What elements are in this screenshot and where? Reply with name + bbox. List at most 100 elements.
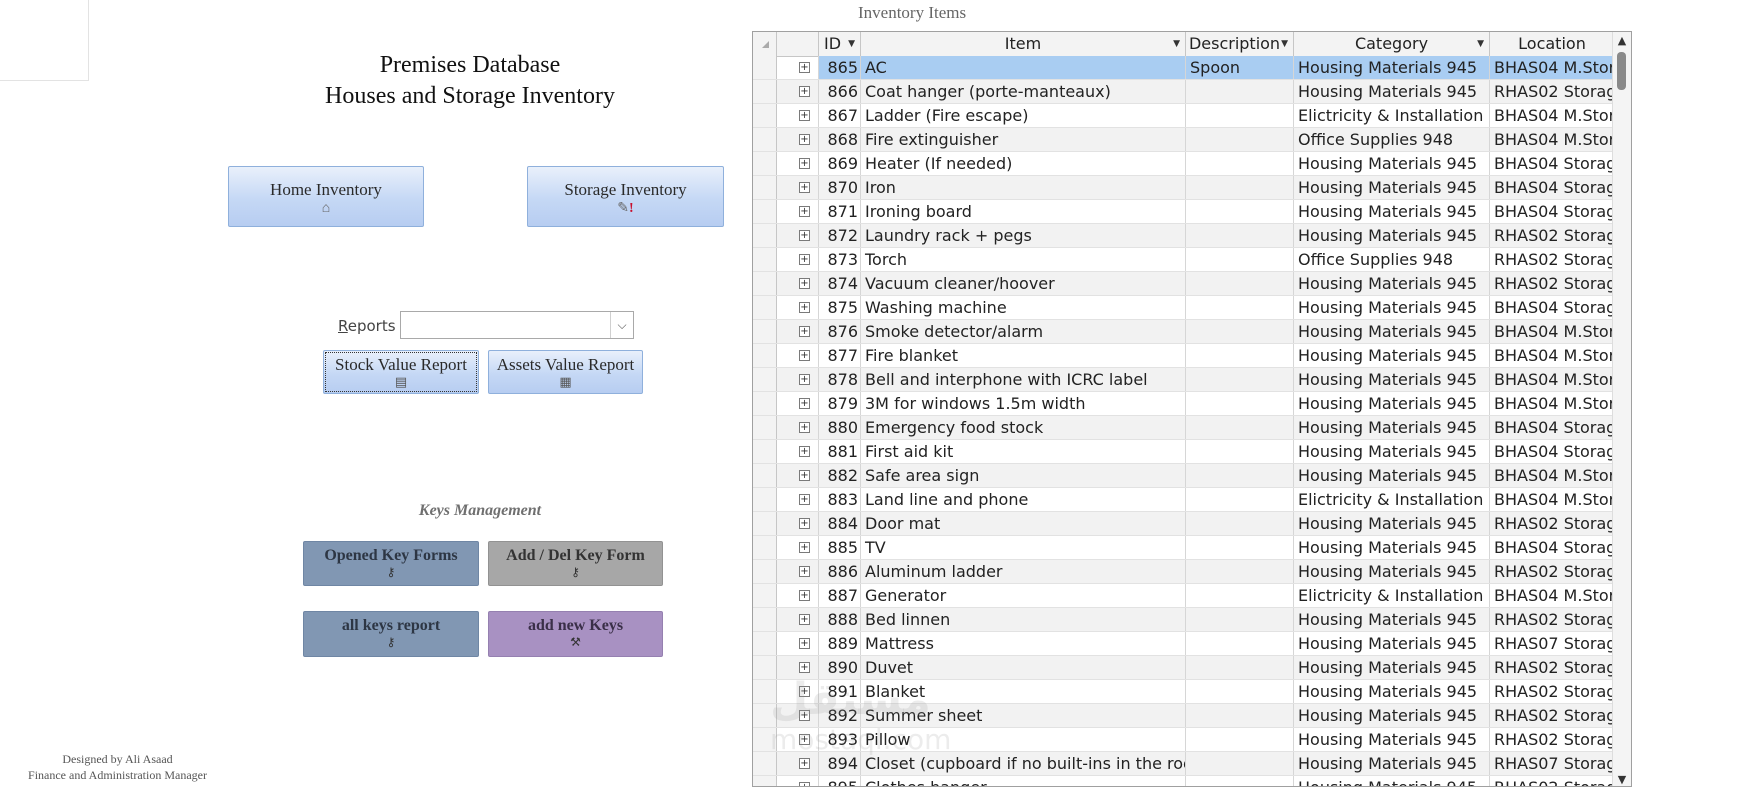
- row-selector[interactable]: [753, 512, 777, 535]
- cell-id[interactable]: 882: [819, 464, 861, 487]
- expand-plus-icon[interactable]: +: [799, 590, 810, 601]
- cell-id[interactable]: 892: [819, 704, 861, 727]
- cell-id[interactable]: 866: [819, 80, 861, 103]
- all-keys-report-button[interactable]: all keys report ⚷: [303, 611, 479, 657]
- table-row[interactable]: +893 Pillow Housing Materials 945 RHAS02 St…: [753, 728, 1614, 752]
- cell-id[interactable]: 874: [819, 272, 861, 295]
- table-row[interactable]: +869 Heater (If needed) Housing Materials …: [753, 152, 1614, 176]
- expand-plus-icon[interactable]: +: [799, 686, 810, 697]
- cell-description[interactable]: [1186, 128, 1294, 151]
- cell-description[interactable]: [1186, 176, 1294, 199]
- column-header-description[interactable]: Description ▼: [1186, 32, 1294, 56]
- cell-id[interactable]: 881: [819, 440, 861, 463]
- row-selector[interactable]: [753, 200, 777, 223]
- row-selector[interactable]: [753, 272, 777, 295]
- row-selector[interactable]: [753, 704, 777, 727]
- table-row[interactable]: +891 Blanket Housing Materials 945 RHAS02 S…: [753, 680, 1614, 704]
- cell-item[interactable]: Laundry rack + pegs: [861, 224, 1186, 247]
- table-row[interactable]: +883 Land line and phone Elictricity & Ins…: [753, 488, 1614, 512]
- expand-plus-icon[interactable]: +: [799, 566, 810, 577]
- cell-item[interactable]: Blanket: [861, 680, 1186, 703]
- table-row[interactable]: +895Clothes hanger Housing Materials 945R…: [753, 776, 1614, 786]
- cell-item[interactable]: Fire blanket: [861, 344, 1186, 367]
- cell-id[interactable]: 889: [819, 632, 861, 655]
- cell-category[interactable]: Housing Materials 945: [1294, 728, 1490, 751]
- cell-item[interactable]: Generator: [861, 584, 1186, 607]
- stock-value-report-button[interactable]: Stock Value Report ▤: [323, 350, 479, 394]
- cell-item[interactable]: Iron: [861, 176, 1186, 199]
- row-selector[interactable]: [753, 656, 777, 679]
- cell-item[interactable]: Ladder (Fire escape): [861, 104, 1186, 127]
- table-row[interactable]: +867 Ladder (Fire escape) Elictricity & In…: [753, 104, 1614, 128]
- cell-id[interactable]: 872: [819, 224, 861, 247]
- cell-description[interactable]: [1186, 776, 1294, 786]
- cell-item[interactable]: TV: [861, 536, 1186, 559]
- cell-location[interactable]: BHAS04 M.Stora: [1490, 56, 1614, 79]
- cell-category[interactable]: Housing Materials 945: [1294, 656, 1490, 679]
- expand-plus-icon[interactable]: +: [799, 62, 810, 73]
- cell-location[interactable]: BHAS04 M.Stora: [1490, 104, 1614, 127]
- row-selector[interactable]: [753, 344, 777, 367]
- cell-location[interactable]: BHAS04 Storage: [1490, 440, 1614, 463]
- cell-id[interactable]: 865: [819, 56, 861, 79]
- cell-location[interactable]: RHAS02 Storage: [1490, 224, 1614, 247]
- column-header-category[interactable]: Category ▼: [1294, 32, 1490, 56]
- table-row[interactable]: +875 Washing machine Housing Materials 945…: [753, 296, 1614, 320]
- expand-plus-icon[interactable]: +: [799, 494, 810, 505]
- cell-location[interactable]: BHAS04 Storage: [1490, 176, 1614, 199]
- cell-category[interactable]: Housing Materials 945: [1294, 704, 1490, 727]
- table-row[interactable]: +889 Mattress Housing Materials 945 RHAS07 …: [753, 632, 1614, 656]
- row-selector[interactable]: [753, 128, 777, 151]
- cell-item[interactable]: Bed linnen: [861, 608, 1186, 631]
- cell-id[interactable]: 875: [819, 296, 861, 319]
- expand-plus-icon[interactable]: +: [799, 278, 810, 289]
- sort-arrow-icon[interactable]: ▼: [1281, 32, 1288, 56]
- expand-plus-icon[interactable]: +: [799, 350, 810, 361]
- expand-plus-icon[interactable]: +: [799, 710, 810, 721]
- cell-description[interactable]: [1186, 296, 1294, 319]
- cell-location[interactable]: BHAS04 M.Stora: [1490, 464, 1614, 487]
- cell-id[interactable]: 883: [819, 488, 861, 511]
- cell-description[interactable]: [1186, 752, 1294, 775]
- cell-category[interactable]: Housing Materials 945: [1294, 776, 1490, 786]
- cell-location[interactable]: RHAS02 Storage: [1490, 776, 1614, 786]
- table-row[interactable]: +866 Coat hanger (porte-manteaux) Housing …: [753, 80, 1614, 104]
- cell-description[interactable]: [1186, 392, 1294, 415]
- cell-item[interactable]: Washing machine: [861, 296, 1186, 319]
- table-row[interactable]: +886 Aluminum ladder Housing Materials 945…: [753, 560, 1614, 584]
- cell-location[interactable]: BHAS04 M.Stora: [1490, 344, 1614, 367]
- cell-category[interactable]: Office Supplies 948: [1294, 248, 1490, 271]
- cell-item[interactable]: Smoke detector/alarm: [861, 320, 1186, 343]
- cell-category[interactable]: Housing Materials 945: [1294, 392, 1490, 415]
- vertical-scrollbar[interactable]: ▲ ▼: [1612, 32, 1631, 786]
- table-row[interactable]: +890 Duvet Housing Materials 945 RHAS02 Sto…: [753, 656, 1614, 680]
- cell-item[interactable]: Door mat: [861, 512, 1186, 535]
- expand-plus-icon[interactable]: +: [799, 782, 810, 786]
- table-row[interactable]: +880 Emergency food stock Housing Material…: [753, 416, 1614, 440]
- cell-location[interactable]: BHAS04 Storage: [1490, 296, 1614, 319]
- cell-item[interactable]: Closet (cupboard if no built-ins in the …: [861, 752, 1186, 775]
- cell-category[interactable]: Housing Materials 945: [1294, 320, 1490, 343]
- cell-description[interactable]: [1186, 104, 1294, 127]
- cell-location[interactable]: RHAS02 Storage: [1490, 680, 1614, 703]
- row-selector[interactable]: [753, 320, 777, 343]
- cell-category[interactable]: Housing Materials 945: [1294, 176, 1490, 199]
- cell-location[interactable]: BHAS04 M.Stora: [1490, 392, 1614, 415]
- cell-id[interactable]: 893: [819, 728, 861, 751]
- cell-description[interactable]: [1186, 200, 1294, 223]
- cell-location[interactable]: BHAS04 M.Stora: [1490, 128, 1614, 151]
- cell-description[interactable]: [1186, 728, 1294, 751]
- chevron-down-icon[interactable]: ⌵: [610, 312, 633, 338]
- table-row[interactable]: +872 Laundry rack + pegs Housing Materials…: [753, 224, 1614, 248]
- cell-description[interactable]: [1186, 272, 1294, 295]
- expand-plus-icon[interactable]: +: [799, 422, 810, 433]
- cell-description[interactable]: [1186, 224, 1294, 247]
- cell-location[interactable]: RHAS02 Storage: [1490, 608, 1614, 631]
- row-selector[interactable]: [753, 536, 777, 559]
- cell-category[interactable]: Housing Materials 945: [1294, 464, 1490, 487]
- cell-location[interactable]: BHAS04 Storage: [1490, 536, 1614, 559]
- assets-value-report-button[interactable]: Assets Value Report ▦: [488, 350, 643, 394]
- expand-plus-icon[interactable]: +: [799, 254, 810, 265]
- cell-item[interactable]: Emergency food stock: [861, 416, 1186, 439]
- cell-category[interactable]: Elictricity & Installation 94: [1294, 488, 1490, 511]
